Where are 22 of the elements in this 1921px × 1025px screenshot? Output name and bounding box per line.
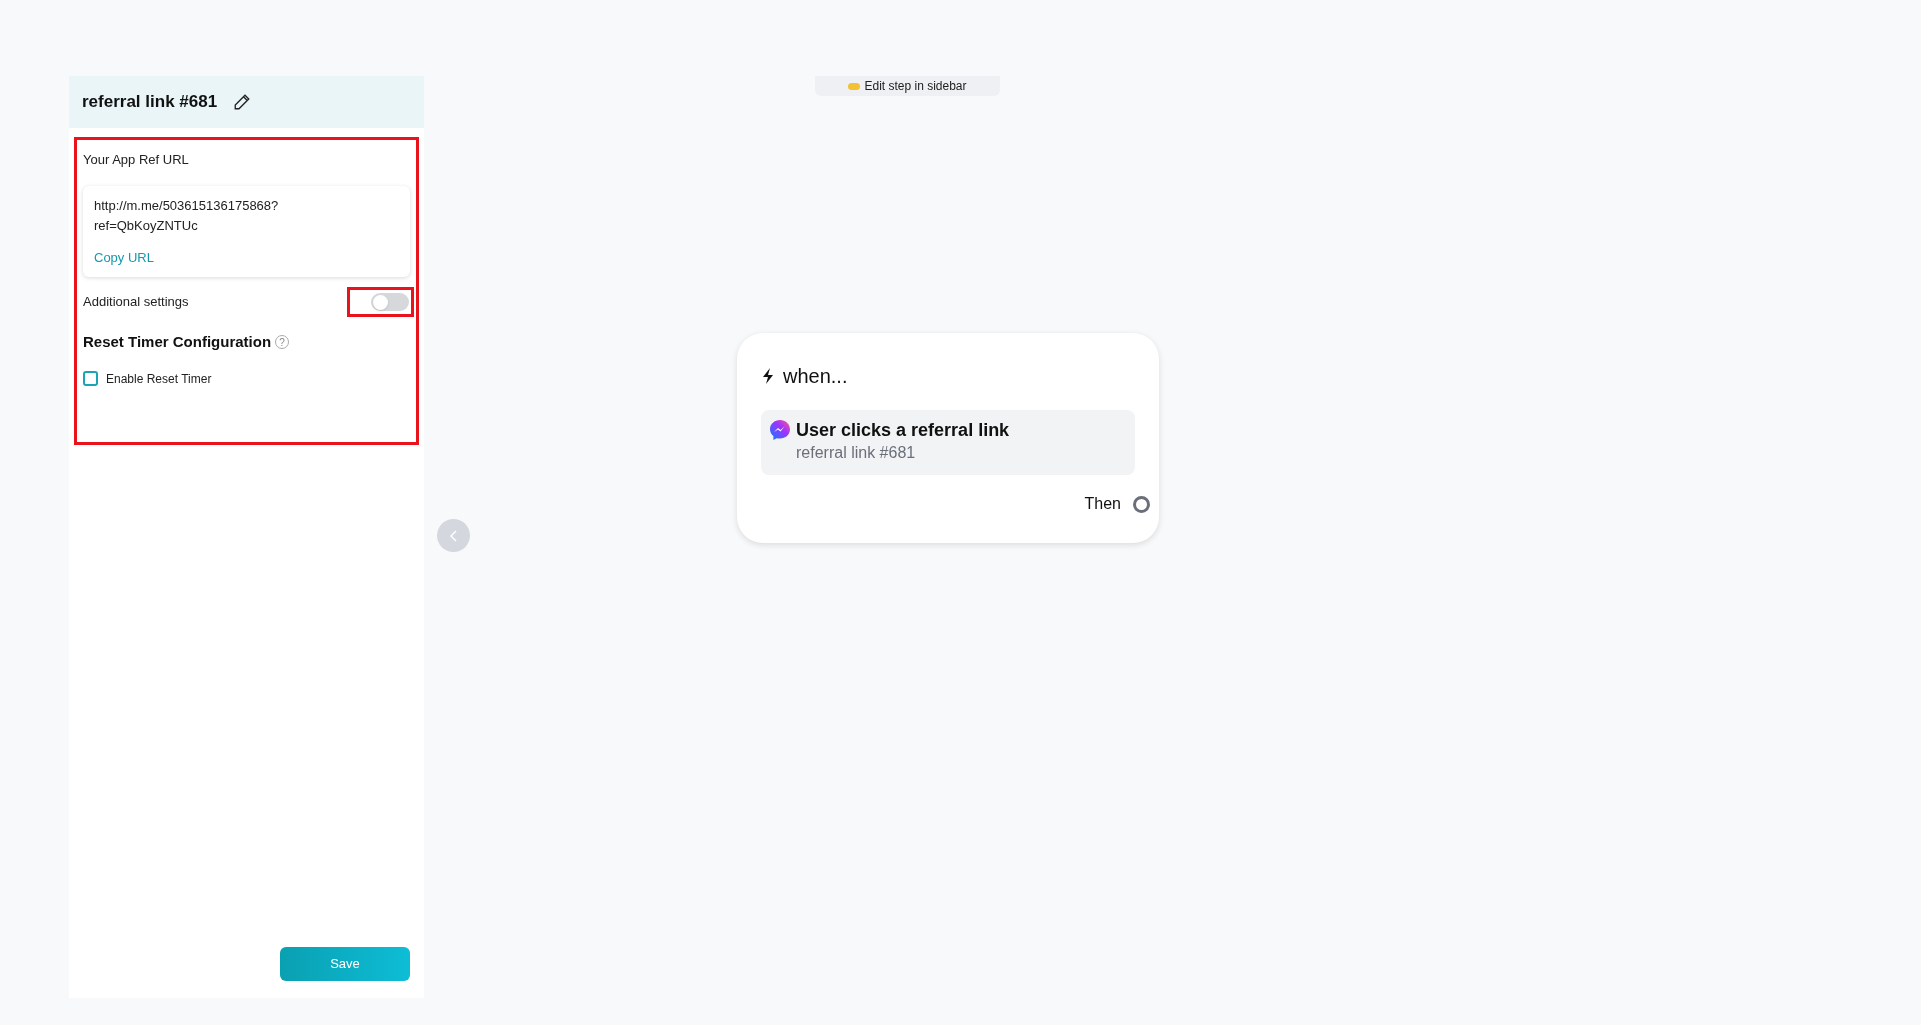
reset-timer-checkbox[interactable] xyxy=(83,371,98,386)
messenger-icon xyxy=(769,419,791,441)
checkbox-label: Enable Reset Timer xyxy=(106,370,212,388)
then-label: Then xyxy=(1084,494,1121,514)
toggle-label: Additional settings xyxy=(83,293,189,312)
trigger-item[interactable]: User clicks a referral link referral link #681 xyxy=(761,410,1135,475)
chevron-left-icon xyxy=(448,529,459,542)
connection-handle[interactable] xyxy=(1133,495,1150,513)
lightning-icon xyxy=(761,367,775,385)
copy-url-link[interactable]: Copy URL xyxy=(94,247,154,267)
additional-settings-toggle[interactable] xyxy=(371,293,409,311)
pencil-icon[interactable] xyxy=(233,93,252,111)
hint-text: Edit step in sidebar xyxy=(864,78,967,95)
section-title: Reset Timer Configuration xyxy=(83,332,272,352)
field-label: Your App Ref URL xyxy=(83,151,190,169)
save-button[interactable]: Save xyxy=(280,947,410,981)
node-title: when... xyxy=(783,364,848,389)
trigger-node-card[interactable]: when... User clicks a referral link referral link #681 Then xyxy=(737,333,1159,543)
trigger-subtitle: referral link #681 xyxy=(796,443,917,463)
trigger-title: User clicks a referral link xyxy=(796,419,1010,441)
ref-url-text: http://m.me/503615136175868? ref=QbKoyZNTUc xyxy=(94,196,280,235)
step-title: referral link #681 xyxy=(82,91,218,114)
